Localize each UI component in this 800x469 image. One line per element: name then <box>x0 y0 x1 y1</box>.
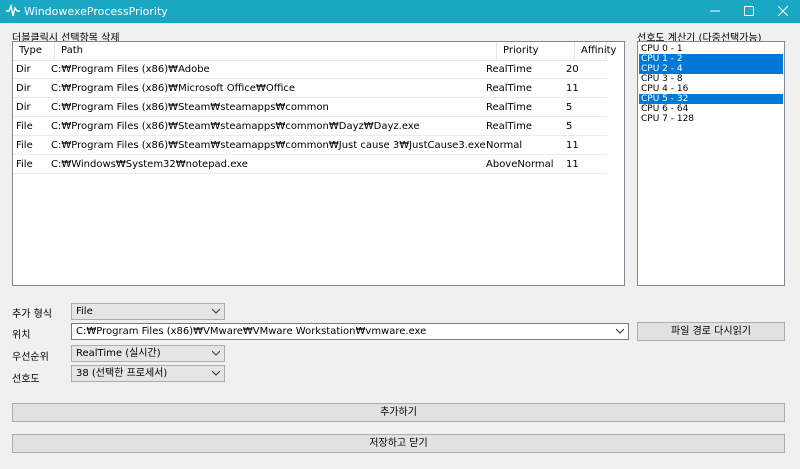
cell-priority: AboveNormal <box>486 159 554 170</box>
reload-path-button[interactable]: 파일 경로 다시읽기 <box>637 322 785 341</box>
add-type-label: 추가 형식 <box>12 309 52 320</box>
affinity-select[interactable]: 38 (선택한 프로세서) <box>71 365 225 382</box>
listview-header: Type Path Priority Affinity <box>13 42 616 61</box>
cpu-affinity-listbox[interactable]: CPU 0 - 1 CPU 1 - 2 CPU 2 - 4 CPU 3 - 8 … <box>637 41 785 286</box>
cell-type: Dir <box>16 83 31 94</box>
column-header-path[interactable]: Path <box>55 42 497 60</box>
location-label: 위치 <box>12 330 31 341</box>
cell-affinity: 11 <box>566 159 579 170</box>
location-combobox[interactable]: C:₩Program Files (x86)₩VMware₩VMware Wor… <box>71 323 629 340</box>
priority-label: 우선순위 <box>12 352 49 363</box>
cell-affinity: 5 <box>566 102 573 113</box>
affinity-value: 38 (선택한 프로세서) <box>76 368 168 379</box>
cell-type: Dir <box>16 102 31 113</box>
maximize-button[interactable] <box>732 0 766 23</box>
app-waveform-icon <box>6 4 20 17</box>
window-title: WindowexeProcessPriority <box>24 5 168 18</box>
priority-select[interactable]: RealTime (실시간) <box>71 345 225 362</box>
cell-type: Dir <box>16 64 31 75</box>
cell-type: File <box>16 140 33 151</box>
cell-path: C:₩Windows₩System32₩notepad.exe <box>51 159 248 170</box>
chevron-down-icon <box>212 350 220 356</box>
cell-affinity: 20 <box>566 64 579 75</box>
minimize-icon <box>710 10 720 12</box>
location-value: C:₩Program Files (x86)₩VMware₩VMware Wor… <box>76 326 427 337</box>
maximize-icon <box>744 6 754 16</box>
add-button[interactable]: 추가하기 <box>12 403 785 422</box>
cell-path: C:₩Program Files (x86)₩Adobe <box>51 64 210 75</box>
cpu-item[interactable]: CPU 7 - 128 <box>639 114 783 124</box>
cpu-item[interactable]: CPU 2 - 4 <box>639 64 783 74</box>
cell-priority: RealTime <box>486 102 533 113</box>
cell-priority: Normal <box>486 140 523 151</box>
table-row[interactable]: File C:₩Program Files (x86)₩Steam₩steama… <box>13 136 607 155</box>
cell-priority: RealTime <box>486 121 533 132</box>
close-icon <box>777 5 789 17</box>
cell-priority: RealTime <box>486 64 533 75</box>
cell-affinity: 11 <box>566 140 579 151</box>
chevron-down-icon <box>616 328 624 334</box>
cpu-item[interactable]: CPU 6 - 64 <box>639 104 783 114</box>
column-header-priority[interactable]: Priority <box>497 42 575 60</box>
cell-priority: RealTime <box>486 83 533 94</box>
cell-path: C:₩Program Files (x86)₩Steam₩steamapps₩c… <box>51 102 329 113</box>
chevron-down-icon <box>212 370 220 376</box>
table-row[interactable]: Dir C:₩Program Files (x86)₩Adobe RealTim… <box>13 60 607 79</box>
table-row[interactable]: Dir C:₩Program Files (x86)₩Steam₩steamap… <box>13 98 607 117</box>
cell-affinity: 5 <box>566 121 573 132</box>
cpu-item[interactable]: CPU 0 - 1 <box>639 44 783 54</box>
column-header-type[interactable]: Type <box>13 42 55 60</box>
process-listview[interactable]: Type Path Priority Affinity Dir C:₩Progr… <box>12 41 625 286</box>
minimize-button[interactable] <box>698 0 732 23</box>
priority-value: RealTime (실시간) <box>76 348 161 359</box>
cpu-item[interactable]: CPU 3 - 8 <box>639 74 783 84</box>
cpu-item[interactable]: CPU 1 - 2 <box>639 54 783 64</box>
chevron-down-icon <box>212 308 220 314</box>
add-type-select[interactable]: File <box>71 303 225 320</box>
cell-affinity: 11 <box>566 83 579 94</box>
title-bar[interactable]: WindowexeProcessPriority <box>0 0 800 23</box>
cell-path: C:₩Program Files (x86)₩Microsoft Office₩… <box>51 83 296 94</box>
cpu-item[interactable]: CPU 4 - 16 <box>639 84 783 94</box>
cell-type: File <box>16 121 33 132</box>
add-type-value: File <box>76 306 93 317</box>
cell-path: C:₩Program Files (x86)₩Steam₩steamapps₩c… <box>51 140 486 151</box>
cpu-item[interactable]: CPU 5 - 32 <box>639 94 783 104</box>
column-header-affinity[interactable]: Affinity <box>575 42 616 60</box>
cell-path: C:₩Program Files (x86)₩Steam₩steamapps₩c… <box>51 121 420 132</box>
close-button[interactable] <box>766 0 800 23</box>
save-close-button[interactable]: 저장하고 닫기 <box>12 434 785 453</box>
table-row[interactable]: File C:₩Program Files (x86)₩Steam₩steama… <box>13 117 607 136</box>
affinity-label: 선호도 <box>12 374 40 385</box>
table-row[interactable]: Dir C:₩Program Files (x86)₩Microsoft Off… <box>13 79 607 98</box>
cell-type: File <box>16 159 33 170</box>
table-row[interactable]: File C:₩Windows₩System32₩notepad.exe Abo… <box>13 155 607 174</box>
